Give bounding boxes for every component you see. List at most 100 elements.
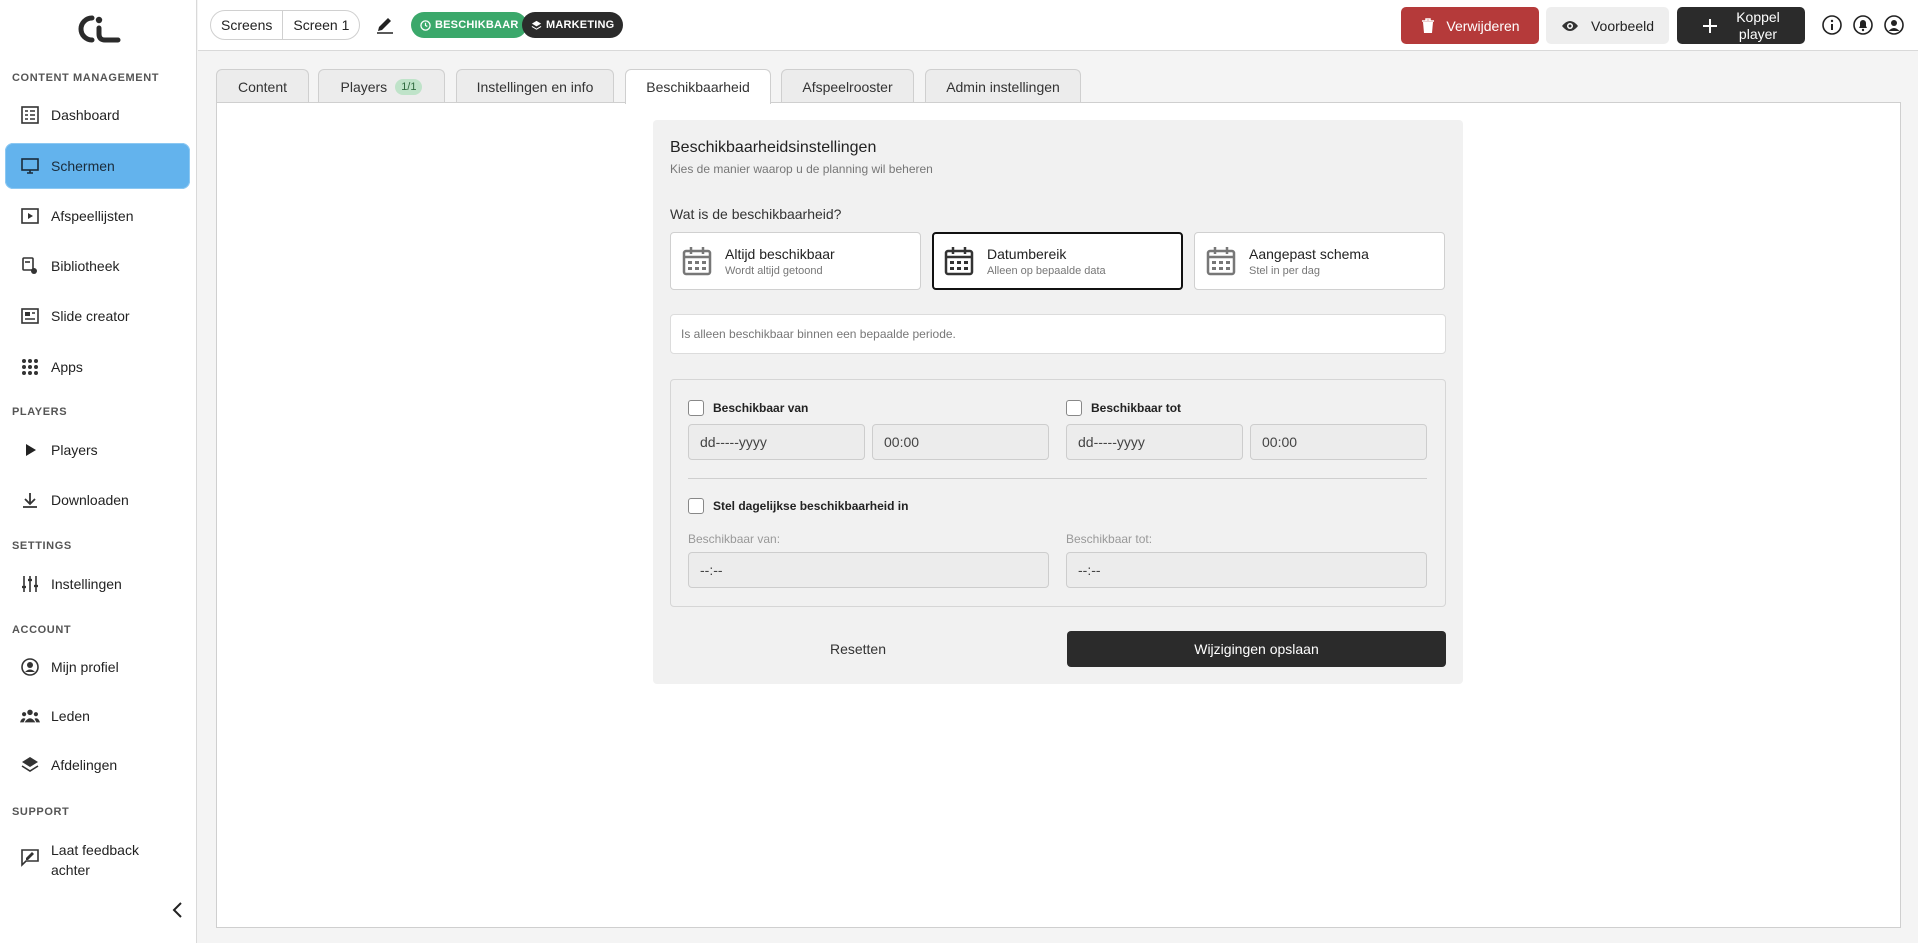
daily-availability-checkbox[interactable]	[688, 498, 704, 514]
library-icon	[19, 255, 41, 277]
preview-label: Voorbeeld	[1590, 17, 1655, 34]
sidebar: CONTENT MANAGEMENT Dashboard Schermen Af…	[0, 0, 197, 943]
sidebar-item-label: Mijn profiel	[51, 659, 119, 675]
option-datumbereik[interactable]: Datumbereik Alleen op bepaalde data	[932, 232, 1183, 290]
tab-label: Afspeelrooster	[802, 78, 893, 95]
user-circle-icon	[19, 656, 41, 678]
sidebar-item-downloaden[interactable]: Downloaden	[5, 477, 190, 523]
collapse-sidebar-icon[interactable]	[168, 900, 188, 920]
sidebar-item-label: Apps	[51, 359, 83, 375]
sidebar-item-bibliotheek[interactable]: Bibliotheek	[5, 243, 190, 289]
calendar-icon	[682, 247, 712, 276]
delete-button[interactable]: Verwijderen	[1401, 7, 1539, 44]
to-time-input[interactable]: 00:00	[1250, 424, 1427, 460]
sidebar-item-label: Dashboard	[51, 107, 120, 123]
tab-label: Admin instellingen	[946, 78, 1060, 95]
koppel-label-line-1: Koppel	[1736, 8, 1780, 25]
from-time-input[interactable]: 00:00	[872, 424, 1049, 460]
dashboard-icon	[19, 104, 41, 126]
card-title: Beschikbaarheidsinstellingen	[670, 139, 877, 156]
sidebar-item-instellingen[interactable]: Instellingen	[5, 561, 190, 607]
section-content-management: CONTENT MANAGEMENT	[12, 72, 160, 84]
tab-beschikbaarheid[interactable]: Beschikbaarheid	[625, 69, 771, 104]
availability-question: Wat is de beschikbaarheid?	[670, 206, 842, 222]
sidebar-item-schermen[interactable]: Schermen	[5, 143, 190, 189]
save-changes-button[interactable]: Wijzigingen opslaan	[1067, 631, 1446, 667]
top-bar: Screens Screen 1 BESCHIKBAAR MARKETING V…	[198, 0, 1918, 51]
tab-label: Content	[237, 78, 288, 95]
option-text: Altijd beschikbaar Wordt altijd getoond	[725, 246, 835, 277]
option-text: Aangepast schema Stel in per dag	[1249, 246, 1369, 277]
playlist-icon	[19, 205, 41, 227]
option-text: Datumbereik Alleen op bepaalde data	[987, 246, 1106, 277]
delete-label: Verwijderen	[1446, 17, 1520, 34]
availability-settings-card: Beschikbaarheidsinstellingen Kies de man…	[653, 120, 1463, 684]
section-account: ACCOUNT	[12, 624, 72, 636]
sidebar-item-players[interactable]: Players	[5, 427, 190, 473]
reset-button[interactable]: Resetten	[670, 631, 1046, 667]
breadcrumb-screen-1[interactable]: Screen 1	[283, 11, 359, 39]
plus-icon	[1703, 18, 1718, 33]
available-from-checkbox[interactable]	[688, 400, 704, 416]
available-to-checkbox[interactable]	[1066, 400, 1082, 416]
koppel-label-line-2: player	[1738, 25, 1778, 42]
sliders-icon	[19, 573, 41, 595]
sidebar-item-feedback[interactable]: Laat feedback achter	[5, 832, 155, 882]
daily-from-time-input[interactable]: --:--	[688, 552, 1049, 588]
sidebar-item-dashboard[interactable]: Dashboard	[5, 92, 190, 138]
calendar-icon	[1206, 247, 1236, 276]
option-title: Aangepast schema	[1249, 245, 1369, 262]
slide-creator-icon	[19, 305, 41, 327]
info-icon[interactable]	[1821, 14, 1843, 36]
sidebar-item-afdelingen[interactable]: Afdelingen	[5, 742, 190, 788]
section-settings: SETTINGS	[12, 540, 72, 552]
sidebar-item-label: Bibliotheek	[51, 258, 120, 274]
badge-label: BESCHIKBAAR	[435, 19, 519, 31]
sidebar-item-afspeellijsten[interactable]: Afspeellijsten	[5, 193, 190, 239]
sidebar-item-leden[interactable]: Leden	[5, 693, 190, 739]
koppel-player-button[interactable]: Koppel player	[1677, 7, 1805, 44]
preview-button[interactable]: Voorbeeld	[1546, 7, 1669, 44]
tab-label: Players	[340, 78, 388, 95]
sidebar-item-label: Slide creator	[51, 308, 130, 324]
option-altijd-beschikbaar[interactable]: Altijd beschikbaar Wordt altijd getoond	[670, 232, 921, 290]
option-subtitle: Alleen op bepaalde data	[987, 264, 1106, 277]
download-icon	[19, 489, 41, 511]
available-from-label: Beschikbaar van	[713, 401, 809, 415]
tab-admin-instellingen[interactable]: Admin instellingen	[925, 69, 1081, 103]
user-account-icon[interactable]	[1883, 14, 1905, 36]
sidebar-item-slide-creator[interactable]: Slide creator	[5, 293, 190, 339]
koppel-label: Koppel player	[1736, 9, 1780, 43]
available-to-label: Beschikbaar tot	[1091, 401, 1182, 415]
app-logo[interactable]	[72, 14, 124, 44]
notification-bell-icon[interactable]	[1852, 14, 1874, 36]
divider	[688, 478, 1427, 479]
tab-content[interactable]: Content	[216, 69, 309, 103]
daily-availability-label: Stel dagelijkse beschikbaarheid in	[713, 499, 909, 513]
edit-pencil-icon[interactable]	[374, 13, 396, 35]
sidebar-item-label: Schermen	[51, 158, 115, 174]
play-icon	[19, 439, 41, 461]
tab-label: Instellingen en info	[476, 78, 594, 95]
players-count-pill: 1/1	[395, 78, 423, 95]
daily-from-label: Beschikbaar van:	[688, 532, 781, 546]
daily-to-time-input[interactable]: --:--	[1066, 552, 1427, 588]
to-date-input[interactable]: dd-----yyyy	[1066, 424, 1243, 460]
breadcrumb-screens[interactable]: Screens	[211, 11, 282, 39]
tab-afspeelrooster[interactable]: Afspeelrooster	[781, 69, 914, 103]
status-badge-beschikbaar: BESCHIKBAAR	[411, 12, 528, 38]
option-subtitle: Stel in per dag	[1249, 264, 1320, 277]
sidebar-item-mijn-profiel[interactable]: Mijn profiel	[5, 644, 190, 690]
sidebar-item-label: Players	[51, 442, 98, 458]
trash-icon	[1422, 17, 1435, 33]
sidebar-item-label: Leden	[51, 708, 90, 724]
sidebar-item-apps[interactable]: Apps	[5, 344, 190, 390]
layers-icon	[19, 754, 41, 776]
department-badge-marketing: MARKETING	[522, 12, 624, 38]
from-date-input[interactable]: dd-----yyyy	[688, 424, 865, 460]
tab-instellingen-en-info[interactable]: Instellingen en info	[456, 69, 614, 103]
option-aangepast-schema[interactable]: Aangepast schema Stel in per dag	[1194, 232, 1445, 290]
feedback-icon	[19, 846, 41, 868]
option-title: Datumbereik	[987, 245, 1067, 262]
tab-players[interactable]: Players 1/1	[318, 69, 445, 103]
